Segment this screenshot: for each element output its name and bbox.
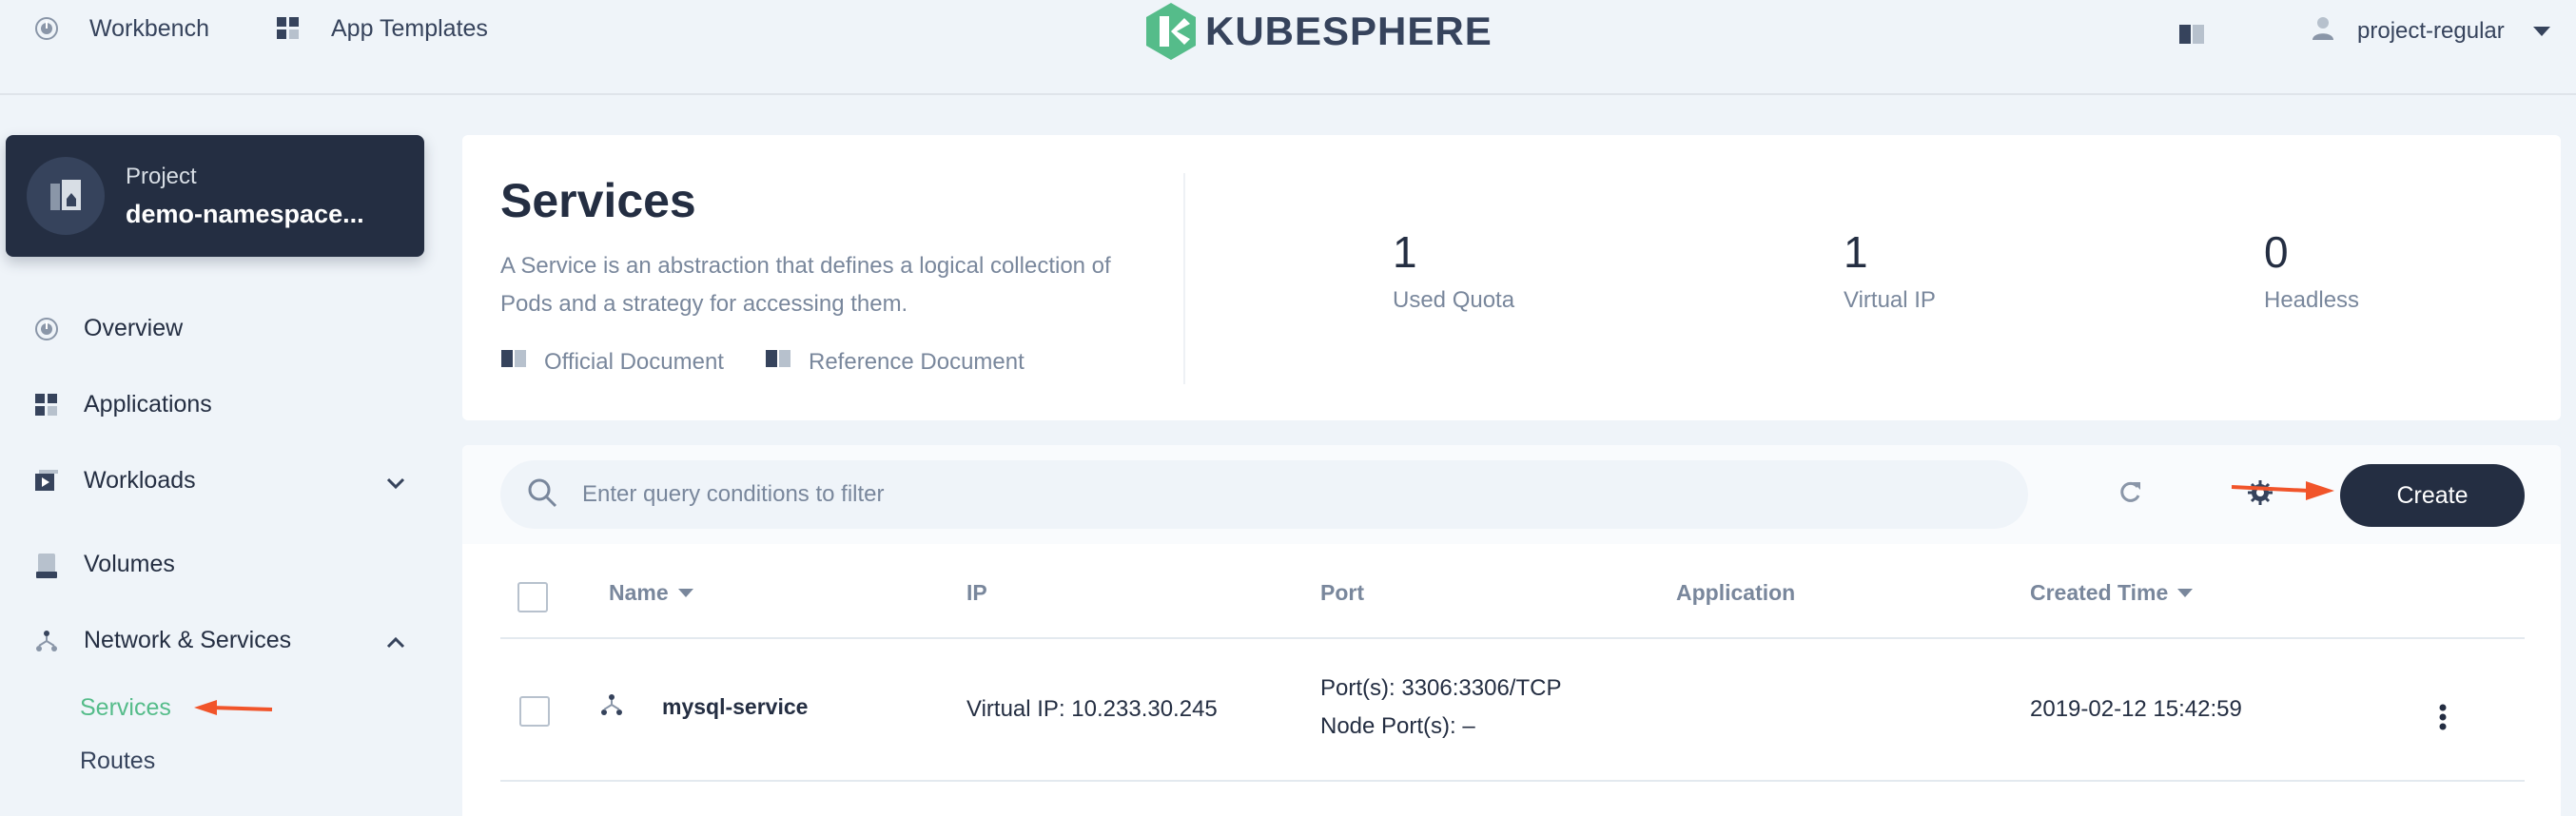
sidebar-item-label: Workloads [84,467,196,494]
column-label: Name [609,580,669,605]
workbench-link[interactable]: Workbench [34,15,209,43]
stat-virtual-ip: 1 Virtual IP [1844,230,1936,314]
top-navbar: Workbench App Templates KUBESPHERE proje… [0,0,2576,95]
divider [1183,173,1185,384]
stat-label: Used Quota [1393,287,1515,313]
grid-apps-icon [276,16,302,43]
page-title: Services [500,174,696,227]
created-time-cell: 2019-02-12 15:42:59 [2030,696,2242,722]
sidebar-item-volumes[interactable]: Volumes [34,551,405,578]
stat-used-quota: 1 Used Quota [1393,230,1514,314]
ip-cell: Virtual IP: 10.233.30.245 [966,696,1218,723]
sidebar-item-label: Applications [84,391,212,418]
apps-grid-icon [34,393,59,418]
annotation-arrow-create [2231,481,2334,500]
ip-value: 10.233.30.245 [1071,696,1218,722]
column-header-created-time[interactable]: Created Time [2030,580,2194,606]
project-icon [27,157,105,235]
annotation-arrow-services [194,700,273,715]
sidebar-subitem-routes[interactable]: Routes [80,748,155,775]
sort-caret-icon [677,589,693,597]
column-label: IP [966,580,987,605]
select-all-checkbox[interactable] [517,582,548,612]
network-topology-icon [34,629,59,653]
sidebar-item-overview[interactable]: Overview [34,315,405,342]
project-label: Project [126,163,197,189]
stat-headless: 0 Headless [2264,230,2359,314]
app-templates-label: App Templates [331,15,488,42]
sidebar-subitem-services[interactable]: Services [80,694,171,722]
column-label: Application [1676,580,1796,605]
sidebar-item-label: Overview [84,315,184,341]
node-port-value: – [1462,713,1475,739]
kubesphere-logo[interactable]: KUBESPHERE [1146,3,1493,60]
more-options-icon[interactable] [2439,704,2447,735]
username: project-regular [2357,17,2505,44]
services-info-card: Services A Service is an abstraction tha… [462,135,2561,420]
service-topology-icon [599,692,624,722]
sidebar-item-label: Volumes [84,551,175,577]
search-icon [527,477,557,513]
workbench-label: Workbench [89,15,209,42]
table-row[interactable]: mysql-service Virtual IP: 10.233.30.245 … [500,641,2525,782]
kubesphere-logo-icon [1146,3,1196,60]
official-document-label: Official Document [544,348,724,375]
column-header-name[interactable]: Name [609,580,693,606]
search-bar[interactable] [500,460,2028,529]
services-table-card: Create Name IP Port Application Created … [462,445,2561,816]
sidebar-item-network-services[interactable]: Network & Services [34,627,405,654]
column-header-ip: IP [966,580,987,606]
column-label: Created Time [2030,580,2169,605]
create-button[interactable]: Create [2340,464,2525,527]
port-value: 3306:3306/TCP [1401,675,1562,701]
page-description: A Service is an abstraction that defines… [500,253,1111,317]
sidebar-item-workloads[interactable]: Workloads [34,467,405,495]
reference-document-link[interactable]: Reference Document [765,348,1025,376]
chevron-up-icon[interactable] [386,629,405,656]
reference-document-label: Reference Document [809,348,1025,375]
workloads-icon [34,469,59,494]
row-checkbox[interactable] [519,696,550,727]
stat-label: Virtual IP [1844,287,1936,313]
port-label: Port(s): [1320,675,1395,701]
official-document-link[interactable]: Official Document [500,348,724,376]
stat-value: 0 [2264,227,2289,277]
sidebar-item-label: Network & Services [84,627,292,653]
stat-value: 1 [1393,227,1417,277]
dashboard-gauge-icon [34,16,61,43]
ip-label: Virtual IP: [966,696,1065,722]
project-name: demo-namespace... [126,199,364,228]
table-header: Name IP Port Application Created Time [500,544,2525,639]
user-menu[interactable]: project-regular [2312,15,2550,47]
book-icon[interactable] [2178,23,2205,50]
gauge-icon [34,317,59,341]
stat-value: 1 [1844,227,1868,277]
stat-label: Headless [2264,287,2360,313]
refresh-icon[interactable] [2117,479,2142,511]
book-icon [500,348,527,376]
search-input[interactable] [582,481,1914,508]
caret-down-icon [2532,26,2550,36]
column-header-port: Port [1320,580,1364,606]
chevron-down-icon[interactable] [386,469,405,496]
port-cell: Port(s): 3306:3306/TCP Node Port(s): – [1320,675,1561,740]
service-name-link[interactable]: mysql-service [662,694,808,720]
app-templates-link[interactable]: App Templates [276,15,488,43]
sort-caret-icon [2177,589,2194,597]
sidebar-item-applications[interactable]: Applications [34,391,405,418]
project-card[interactable]: Project demo-namespace... [6,135,424,257]
user-avatar-icon [2312,15,2334,47]
volume-disk-icon [34,553,59,578]
column-header-application: Application [1676,580,1795,606]
column-label: Port [1320,580,1364,605]
node-port-label: Node Port(s): [1320,713,1456,739]
book-icon [765,348,791,376]
logo-text: KUBESPHERE [1205,9,1493,53]
